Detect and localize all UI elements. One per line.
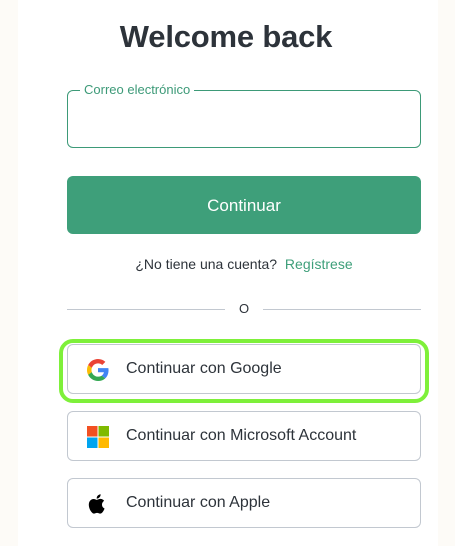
or-divider: O [67, 300, 421, 320]
microsoft-button-label: Continuar con Microsoft Account [126, 427, 357, 444]
continue-with-google-button[interactable]: Continuar con Google [67, 344, 421, 394]
signup-prompt: ¿No tiene una cuenta? Regístrese [67, 256, 421, 272]
apple-button-label: Continuar con Apple [126, 494, 271, 511]
email-field[interactable] [82, 105, 406, 135]
continue-with-microsoft-button[interactable]: Continuar con Microsoft Account [67, 411, 421, 461]
page-title: Welcome back [119, 19, 333, 54]
continue-with-apple-button[interactable]: Continuar con Apple [67, 478, 421, 528]
signup-prompt-text: ¿No tiene una cuenta? [135, 256, 278, 272]
signup-link[interactable]: Regístrese [285, 256, 353, 272]
email-field-label: Correo electrónico [80, 82, 195, 98]
login-page: Welcome back Correo electrónico Continua… [0, 0, 455, 546]
continue-button[interactable]: Continuar [67, 176, 421, 234]
google-button-label: Continuar con Google [126, 360, 282, 377]
microsoft-icon [87, 426, 109, 448]
divider-line-right [263, 309, 421, 310]
email-field-wrapper[interactable]: Correo electrónico [67, 82, 421, 148]
google-icon [87, 359, 109, 381]
apple-icon [87, 493, 109, 515]
